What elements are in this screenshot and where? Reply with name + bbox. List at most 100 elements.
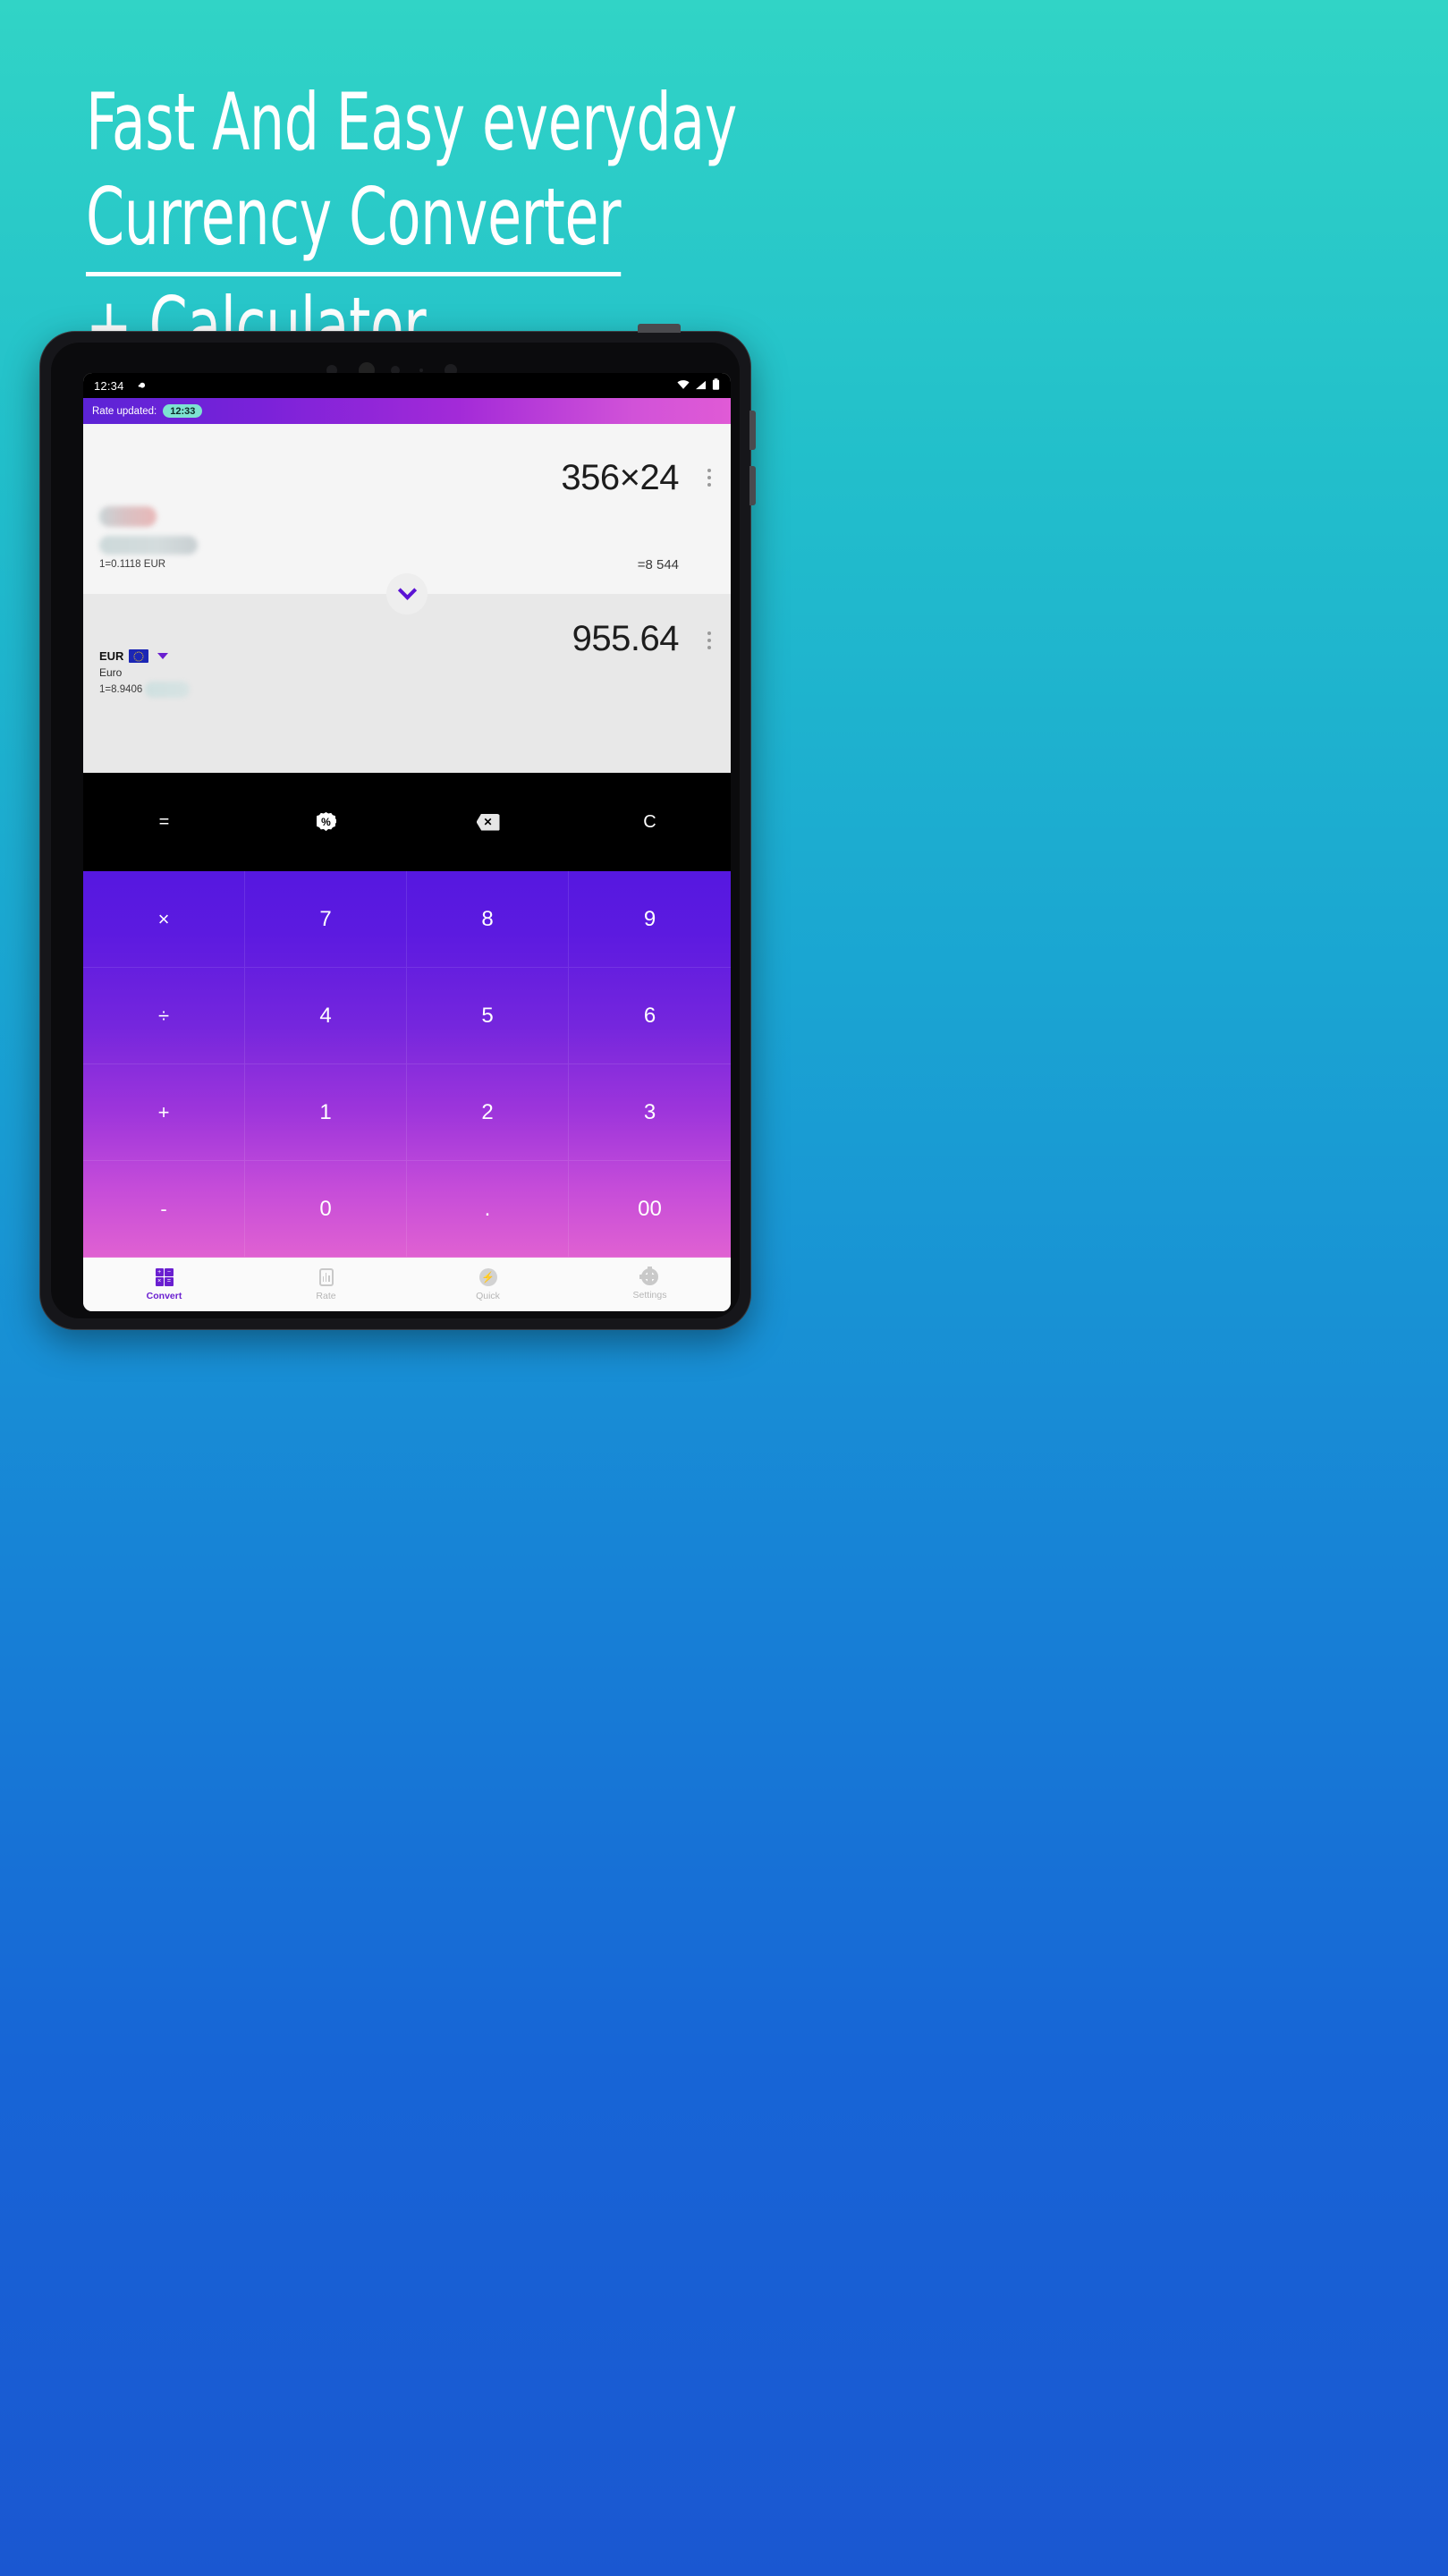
calculator-keypad: × 7 8 9 ÷ 4 5 6 +1 2 3 - 0. 00: [83, 871, 731, 1258]
calculator-grid-icon: + − × =: [155, 1267, 174, 1286]
status-time: 12:34: [94, 378, 124, 393]
chart-bar-1: [325, 1272, 327, 1282]
bottom-navigation-bar: + − × = Convert Rate ⚡ Quick Settings: [83, 1258, 731, 1311]
key-9-label: 9: [643, 906, 656, 931]
target-currency-panel[interactable]: 955.64 EUR Euro 1=8.9406: [83, 594, 731, 773]
signal-icon: [695, 379, 707, 393]
source-currency-code-redacted[interactable]: [99, 506, 157, 527]
headline-line-1: Fast And Easy everyday: [86, 76, 737, 168]
key-0-label: 0: [319, 1196, 332, 1221]
source-result: =8 544: [637, 557, 679, 572]
bolt-circle-icon: ⚡: [478, 1267, 497, 1286]
source-currency-selector[interactable]: 1=0.1118 EUR: [99, 506, 198, 570]
key-plus[interactable]: +: [83, 1064, 245, 1161]
key-7[interactable]: 7: [245, 871, 407, 968]
target-rate-prefix: 1=8.9406: [99, 684, 143, 695]
chart-bars-icon: [318, 1267, 334, 1286]
source-expression[interactable]: 356×24: [561, 458, 679, 498]
nav-quick[interactable]: ⚡ Quick: [407, 1258, 569, 1311]
nav-rate[interactable]: Rate: [245, 1258, 407, 1311]
volume-up-button[interactable]: [749, 411, 756, 450]
key-4[interactable]: 4: [245, 968, 407, 1064]
key-multiply[interactable]: ×: [83, 871, 245, 968]
key-divide-label: ÷: [157, 1004, 170, 1027]
key-8[interactable]: 8: [407, 871, 569, 968]
key-decimal-label: .: [484, 1196, 491, 1221]
key-5[interactable]: 5: [407, 968, 569, 1064]
swap-currencies-button[interactable]: [386, 573, 428, 614]
power-button[interactable]: [638, 324, 681, 333]
backspace-icon: ✕: [476, 813, 500, 831]
flag-eu-icon: [129, 649, 149, 663]
key-9[interactable]: 9: [569, 871, 731, 968]
key-2[interactable]: 2: [407, 1064, 569, 1161]
chart-bar-0: [322, 1275, 325, 1282]
target-currency-name: Euro: [99, 666, 123, 679]
status-icons: [677, 378, 720, 393]
key-double-zero-label: 00: [638, 1196, 662, 1221]
tablet-bezel: 12:34 Rate updated: 12:33 356×24 1=0.111…: [51, 343, 740, 1318]
headline-line-2: Currency Converter: [86, 170, 923, 276]
sensor-dot-3: [419, 369, 423, 372]
battery-icon: [712, 378, 720, 393]
gear-icon: [639, 1267, 658, 1285]
android-status-bar: 12:34: [83, 373, 731, 398]
key-plus-label: +: [157, 1100, 170, 1123]
target-currency-selector[interactable]: EUR Euro 1=8.9406: [99, 649, 191, 698]
notification-icon: [135, 380, 147, 392]
target-more-vert-icon[interactable]: [707, 631, 711, 649]
operator-row: = % ✕ C: [83, 773, 731, 871]
promo-headline: Fast And Easy everyday Currency Converte…: [86, 75, 1159, 374]
equals-label: =: [158, 811, 170, 832]
nav-rate-label: Rate: [316, 1290, 336, 1301]
rate-updated-label: Rate updated:: [92, 405, 157, 417]
target-amount[interactable]: 955.64: [572, 619, 680, 659]
target-rate-row: 1=8.9406: [99, 682, 191, 698]
app-bar-rate-updated: Rate updated: 12:33: [83, 398, 731, 424]
rate-updated-time-badge: 12:33: [163, 404, 203, 418]
equals-button[interactable]: =: [83, 773, 245, 871]
source-currency-name-redacted: [99, 536, 198, 555]
key-6[interactable]: 6: [569, 968, 731, 1064]
tablet-device-frame: 12:34 Rate updated: 12:33 356×24 1=0.111…: [39, 324, 756, 1330]
calculator-grid-cell-0: +: [155, 1267, 164, 1276]
nav-settings-label: Settings: [632, 1290, 667, 1301]
target-rate-code-redacted: [145, 682, 191, 698]
percent-button[interactable]: %: [245, 773, 407, 871]
calculator-grid-cell-3: =: [165, 1277, 174, 1286]
nav-settings[interactable]: Settings: [569, 1258, 731, 1311]
tablet-screen: 12:34 Rate updated: 12:33 356×24 1=0.111…: [83, 373, 731, 1311]
calculator-grid-cell-1: −: [165, 1267, 174, 1276]
nav-convert-label: Convert: [146, 1290, 182, 1301]
source-more-vert-icon[interactable]: [707, 469, 711, 487]
key-1[interactable]: 1: [245, 1064, 407, 1161]
key-4-label: 4: [319, 1003, 332, 1028]
key-minus-label: -: [160, 1197, 167, 1220]
percent-icon: %: [316, 812, 336, 832]
target-currency-code: EUR: [99, 649, 124, 663]
key-1-label: 1: [319, 1099, 332, 1124]
key-decimal[interactable]: .: [407, 1161, 569, 1258]
clear-button[interactable]: C: [569, 773, 731, 871]
backspace-button[interactable]: ✕: [407, 773, 569, 871]
key-6-label: 6: [643, 1003, 656, 1028]
calculator-grid-cell-2: ×: [155, 1277, 164, 1286]
key-0[interactable]: 0: [245, 1161, 407, 1258]
headline-line-2-text: Currency Converter: [86, 171, 621, 276]
nav-convert[interactable]: + − × = Convert: [83, 1258, 245, 1311]
chevron-down-icon: [397, 580, 417, 600]
key-3[interactable]: 3: [569, 1064, 731, 1161]
key-double-zero[interactable]: 00: [569, 1161, 731, 1258]
key-8-label: 8: [481, 906, 494, 931]
wifi-icon: [677, 379, 690, 393]
key-multiply-label: ×: [157, 907, 170, 930]
key-divide[interactable]: ÷: [83, 968, 245, 1064]
source-currency-panel[interactable]: 356×24 1=0.1118 EUR =8 544: [83, 424, 731, 614]
key-minus[interactable]: -: [83, 1161, 245, 1258]
chart-bar-2: [327, 1275, 330, 1282]
caret-down-icon[interactable]: [157, 653, 169, 659]
key-5-label: 5: [481, 1003, 494, 1028]
volume-down-button[interactable]: [749, 466, 756, 505]
source-rate-text: 1=0.1118 EUR: [99, 559, 166, 570]
key-3-label: 3: [643, 1099, 656, 1124]
